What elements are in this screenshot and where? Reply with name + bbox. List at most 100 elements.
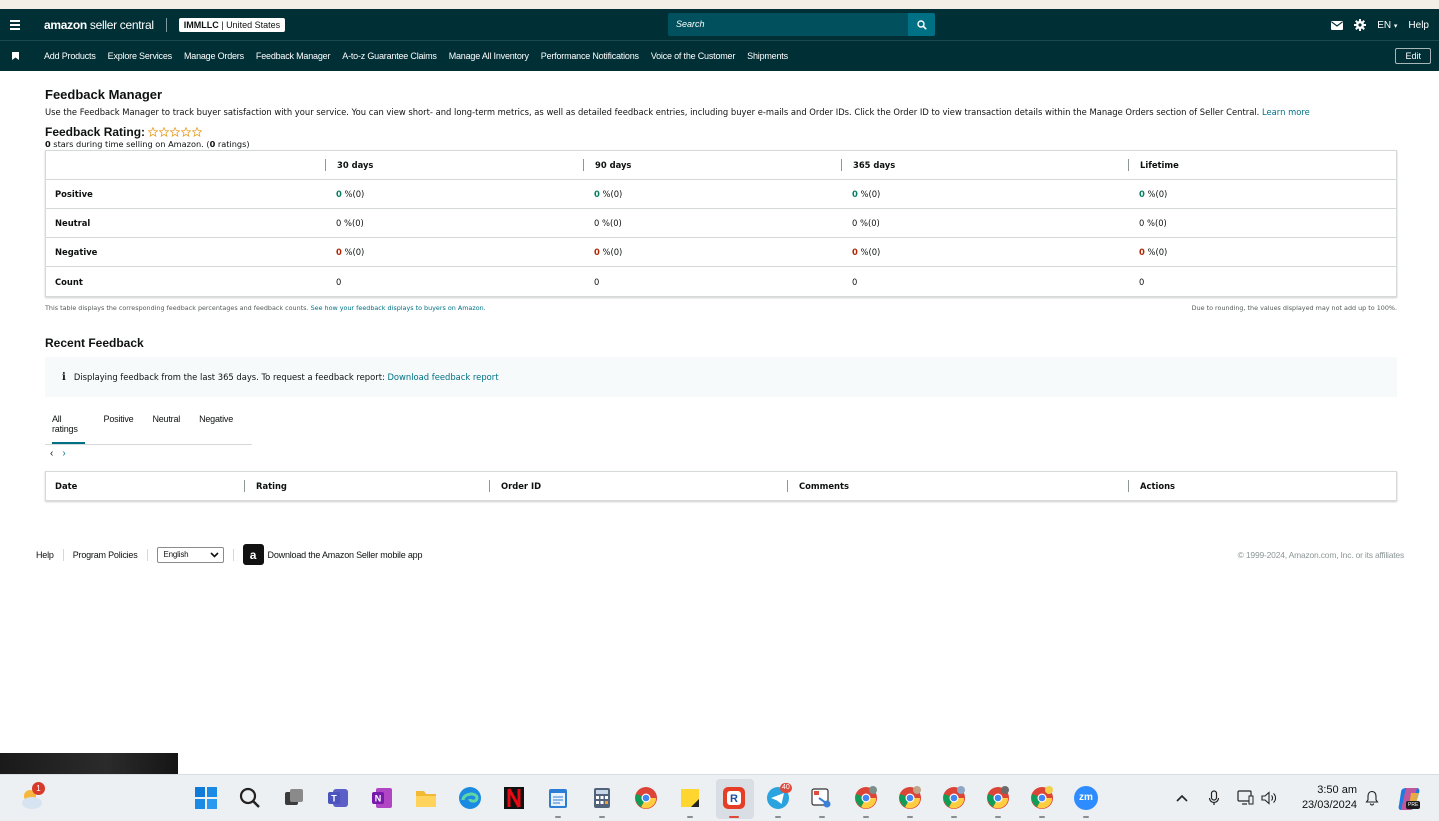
metric-percent: %(0) <box>1144 218 1167 228</box>
buyer-display-link[interactable]: See how your feedback displays to buyers… <box>311 304 486 312</box>
account-switcher[interactable]: IMMLLC | United States <box>178 17 286 32</box>
col-90-days: 90 days <box>583 159 841 171</box>
account-separator: | <box>218 19 227 30</box>
mobile-app-link[interactable]: Download the Amazon Seller mobile app <box>268 550 423 560</box>
header-divider <box>165 17 167 32</box>
footer-help-link[interactable]: Help <box>36 550 54 560</box>
clock-time: 3:50 am <box>1317 784 1357 796</box>
network-icon[interactable] <box>1237 790 1254 805</box>
menu-icon[interactable] <box>0 9 30 41</box>
rating-summary: 0 stars during time selling on Amazon. (… <box>45 139 1395 149</box>
language-selector[interactable]: EN ▾ <box>1377 20 1397 31</box>
chevron-right-icon[interactable]: › <box>62 448 65 459</box>
chrome-profile-icon[interactable] <box>854 786 878 810</box>
stars-text-b: ratings) <box>215 139 250 149</box>
telegram-badge: 40 <box>780 783 792 793</box>
download-report-link[interactable]: Download feedback report <box>387 372 498 382</box>
tab-negative[interactable]: Negative <box>199 412 233 444</box>
chrome-profile-icon[interactable] <box>1030 786 1054 810</box>
metric-percent: %(0) <box>341 218 364 228</box>
metric-cell: 0 %(0) <box>583 247 841 257</box>
tab-positive[interactable]: Positive <box>104 412 134 444</box>
seller-central-logo[interactable]: amazon seller central <box>44 18 154 32</box>
weather-widget[interactable]: 1 <box>18 782 46 812</box>
language-select[interactable]: English <box>156 546 224 563</box>
metric-percent: %(0) <box>1144 189 1168 199</box>
metric-cell: 0 %(0) <box>841 189 1128 199</box>
nav-manage-inventory[interactable]: Manage All Inventory <box>449 51 529 61</box>
table-note-text: This table displays the corresponding fe… <box>45 304 309 312</box>
search-icon[interactable] <box>238 786 262 810</box>
netflix-icon[interactable] <box>502 786 526 810</box>
row-label: Negative <box>55 247 98 257</box>
col-date[interactable]: Date <box>46 480 244 492</box>
zoom-app[interactable]: zm <box>1074 786 1098 810</box>
learn-more-link[interactable]: Learn more <box>1262 107 1310 117</box>
bookmark-icon[interactable] <box>0 52 30 60</box>
system-clock[interactable]: 3:50 am 23/03/2024 <box>1290 783 1357 813</box>
edge-icon[interactable] <box>458 786 482 810</box>
tab-neutral[interactable]: Neutral <box>152 412 180 444</box>
snipping-tool-icon[interactable] <box>810 786 834 810</box>
col-rating[interactable]: Rating <box>244 480 489 492</box>
col-order-id[interactable]: Order ID <box>489 480 787 492</box>
chrome-profile-icon[interactable] <box>898 786 922 810</box>
metric-cell: 0 %(0) <box>841 218 1128 228</box>
notepad-icon[interactable] <box>546 786 570 810</box>
weather-badge: 1 <box>32 782 45 795</box>
mail-icon[interactable] <box>1331 20 1344 30</box>
zoom-label: zm <box>1079 792 1093 803</box>
tab-all-ratings[interactable]: All ratings <box>52 412 85 444</box>
chevron-left-icon[interactable]: ‹ <box>50 448 53 459</box>
metric-cell: 0 %(0) <box>325 218 583 228</box>
teams-icon[interactable]: T <box>326 786 350 810</box>
sticky-notes-icon[interactable] <box>678 786 702 810</box>
nav-links: Add Products Explore Services Manage Ord… <box>44 51 800 61</box>
nav-a-to-z-claims[interactable]: A-to-z Guarantee Claims <box>342 51 437 61</box>
search-input[interactable]: Search <box>668 13 908 36</box>
nav-add-products[interactable]: Add Products <box>44 51 96 61</box>
calculator-icon[interactable] <box>590 786 614 810</box>
help-link[interactable]: Help <box>1408 20 1429 31</box>
metric-cell: 0 %(0) <box>1128 247 1396 257</box>
col-comments[interactable]: Comments <box>787 480 1128 492</box>
rating-tabs: All ratings Positive Neutral Negative <box>45 412 252 445</box>
task-view-icon[interactable] <box>282 786 306 810</box>
running-indicator <box>599 816 605 818</box>
windows-start-icon[interactable] <box>194 786 218 810</box>
col-actions: Actions <box>1128 480 1396 492</box>
count-cell: 0 <box>336 276 342 287</box>
chrome-profile-icon[interactable] <box>986 786 1010 810</box>
browser-top-strip <box>0 0 1439 9</box>
nav-manage-orders[interactable]: Manage Orders <box>184 51 244 61</box>
running-indicator <box>1039 816 1045 818</box>
program-policies-link[interactable]: Program Policies <box>73 550 138 560</box>
copilot-badge: PRE <box>1406 801 1421 809</box>
chrome-profile-icon[interactable] <box>942 786 966 810</box>
chrome-icon[interactable] <box>634 786 658 810</box>
nav-feedback-manager[interactable]: Feedback Manager <box>256 51 331 61</box>
metric-percent: %(0) <box>857 247 881 257</box>
metric-percent: %(0) <box>599 247 623 257</box>
background-window-edge <box>0 753 178 774</box>
table-row-count: Count 0 0 0 0 <box>46 267 1396 296</box>
microphone-icon[interactable] <box>1208 790 1220 806</box>
amazon-app-icon[interactable]: a <box>242 544 264 565</box>
edit-nav-button[interactable]: Edit <box>1395 48 1431 64</box>
copilot-app[interactable]: PRE <box>1397 787 1421 811</box>
nav-voice-of-customer[interactable]: Voice of the Customer <box>651 51 736 61</box>
nav-shipments[interactable]: Shipments <box>747 51 788 61</box>
remote-desktop-icon[interactable]: R <box>722 786 746 810</box>
nav-performance-notifications[interactable]: Performance Notifications <box>541 51 639 61</box>
page-title: Feedback Manager <box>45 87 163 102</box>
onenote-icon[interactable]: N <box>370 786 394 810</box>
table-row-neutral: Neutral 0 %(0) 0 %(0) 0 %(0) 0 %(0) <box>46 209 1396 238</box>
telegram-app[interactable]: 40 <box>766 783 792 810</box>
volume-icon[interactable] <box>1261 791 1278 805</box>
search-button[interactable] <box>908 13 935 36</box>
nav-explore-services[interactable]: Explore Services <box>108 51 173 61</box>
file-explorer-icon[interactable] <box>414 786 438 810</box>
gear-icon[interactable] <box>1354 19 1367 31</box>
notification-bell-icon[interactable] <box>1365 790 1379 806</box>
chevron-up-icon[interactable] <box>1176 794 1188 802</box>
